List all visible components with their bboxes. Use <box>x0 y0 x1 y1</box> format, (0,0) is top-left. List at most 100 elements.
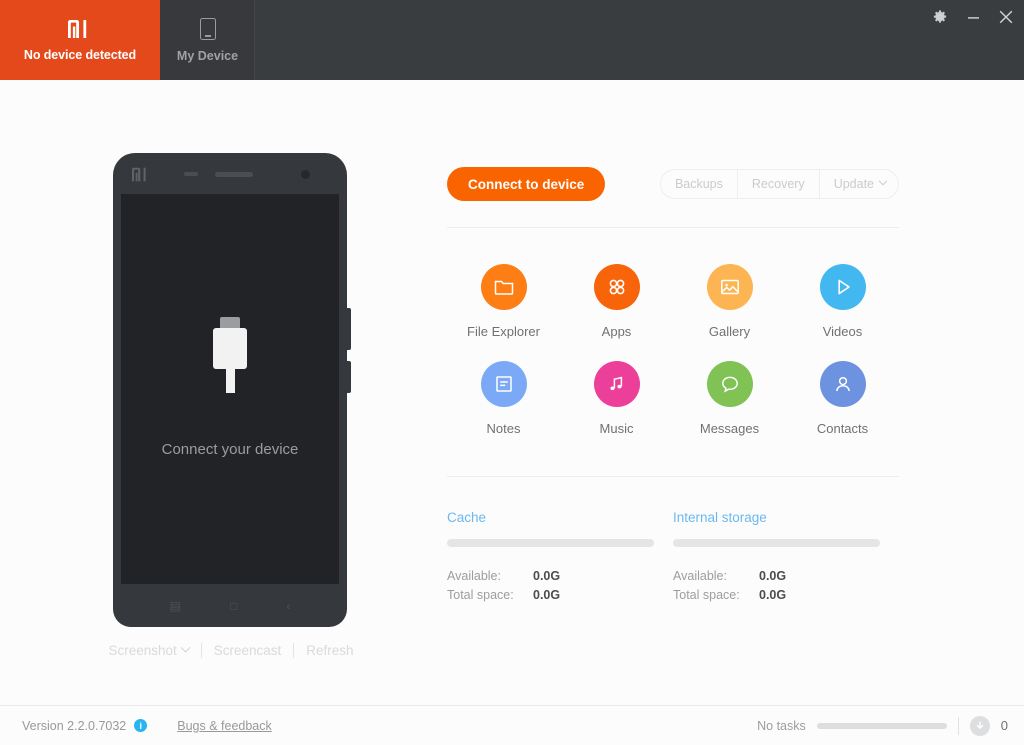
screencast-button[interactable]: Screencast <box>202 643 294 658</box>
status-right: No tasks 0 <box>757 715 1008 736</box>
storage-value: 0.0G <box>533 569 561 583</box>
phone-power-button <box>347 361 351 393</box>
recovery-label: Recovery <box>751 177 805 191</box>
mi-pc-suite-window: No device detected My Device Connect you… <box>0 0 1024 745</box>
shortcut-messages[interactable]: Messages <box>673 361 786 436</box>
image-icon <box>706 264 753 310</box>
backups-button[interactable]: Backups <box>661 170 738 198</box>
shortcut-contacts[interactable]: Contacts <box>786 361 899 436</box>
storage-divider <box>447 476 899 477</box>
folder-icon <box>480 264 527 310</box>
shortcut-notes[interactable]: Notes <box>447 361 560 436</box>
connect-your-device-text: Connect your device <box>161 441 299 458</box>
shortcut-grid: File Explorer Apps Gallery Videos Notes … <box>447 264 899 436</box>
apps-grid-icon <box>593 264 640 310</box>
tab-my-device[interactable]: My Device <box>160 0 255 80</box>
storage-row: Total space: 0.0G <box>447 586 673 605</box>
phone-nav-bar: ▤ □ ‹ <box>113 584 347 627</box>
phone-sensor <box>184 172 198 176</box>
storage-value: 0.0G <box>759 588 787 602</box>
refresh-button[interactable]: Refresh <box>294 643 365 658</box>
toolbar-divider <box>447 227 899 228</box>
phone-screen: Connect your device <box>121 194 339 584</box>
storage-key: Available: <box>673 569 727 583</box>
storage-key: Total space: <box>673 588 740 602</box>
screencast-label: Screencast <box>213 643 282 658</box>
tab-label-my-device: My Device <box>176 48 239 63</box>
mi-logo-icon <box>67 19 93 39</box>
settings-gear-button[interactable] <box>930 7 950 27</box>
backups-label: Backups <box>674 177 723 191</box>
storage-key: Available: <box>447 569 501 583</box>
storage-value: 0.0G <box>533 588 561 602</box>
device-tablet-icon <box>199 17 216 40</box>
version-label: Version 2.2.0.7032 <box>22 718 127 733</box>
note-icon <box>480 361 527 407</box>
task-progress-bar <box>816 722 947 729</box>
update-button[interactable]: Update <box>820 170 898 198</box>
shortcut-gallery[interactable]: Gallery <box>673 264 786 339</box>
storage-title[interactable]: Internal storage <box>673 510 899 525</box>
storage-row: Available: 0.0G <box>673 567 899 586</box>
update-label: Update <box>833 177 874 191</box>
phone-earpiece <box>215 172 253 177</box>
title-bar: No device detected My Device <box>0 0 1024 80</box>
usb-plug-icon <box>213 317 247 393</box>
status-bar: Version 2.2.0.7032 i Bugs & feedback No … <box>0 705 1024 745</box>
shortcut-videos[interactable]: Videos <box>786 264 899 339</box>
tab-no-device-detected[interactable]: No device detected <box>0 0 160 80</box>
download-count: 0 <box>1000 718 1008 733</box>
bugs-feedback-link[interactable]: Bugs & feedback <box>177 719 272 733</box>
storage-bar <box>447 539 654 547</box>
storage-value: 0.0G <box>759 569 787 583</box>
nav-menu-icon: ▤ <box>169 598 181 613</box>
phone-volume-button <box>347 308 351 350</box>
shortcut-label: File Explorer <box>467 324 540 339</box>
person-icon <box>819 361 866 407</box>
refresh-label: Refresh <box>306 643 354 658</box>
shortcut-label: Notes <box>486 421 521 436</box>
toolbar: Connect to device Backups Recovery Updat… <box>447 166 899 202</box>
device-actions: Screenshot Screencast Refresh <box>96 642 366 658</box>
minimize-button[interactable] <box>963 7 983 27</box>
shortcut-music[interactable]: Music <box>560 361 673 436</box>
storage-row: Available: 0.0G <box>447 567 673 586</box>
music-icon <box>593 361 640 407</box>
shortcut-apps[interactable]: Apps <box>560 264 673 339</box>
storage-row: Total space: 0.0G <box>673 586 899 605</box>
storage-cache: Cache Available: 0.0G Total space: 0.0G <box>447 510 673 605</box>
tasks-label: No tasks <box>757 718 806 733</box>
play-icon <box>819 264 866 310</box>
shortcut-label: Gallery <box>708 324 751 339</box>
storage-section: Cache Available: 0.0G Total space: 0.0G … <box>447 510 899 605</box>
close-button[interactable] <box>996 7 1016 27</box>
download-icon[interactable] <box>969 715 990 736</box>
status-left: Version 2.2.0.7032 i Bugs & feedback <box>22 719 272 733</box>
shortcut-label: Videos <box>822 324 863 339</box>
chevron-down-icon <box>878 176 888 186</box>
device-preview: Connect your device ▤ □ ‹ <box>113 153 351 627</box>
storage-internal: Internal storage Available: 0.0G Total s… <box>673 510 899 605</box>
chevron-down-icon <box>180 642 191 653</box>
phone-top-bezel <box>113 153 347 194</box>
nav-back-icon: ‹ <box>286 598 291 613</box>
phone-front-camera <box>301 170 310 179</box>
screenshot-button[interactable]: Screenshot <box>96 642 200 658</box>
phone-mi-logo-icon <box>131 167 151 187</box>
chat-icon <box>706 361 753 407</box>
status-divider <box>957 716 959 735</box>
storage-bar <box>673 539 880 547</box>
shortcut-label: Contacts <box>816 421 869 436</box>
connect-to-device-button[interactable]: Connect to device <box>447 167 606 201</box>
screenshot-label: Screenshot <box>108 643 177 658</box>
right-panel: Connect to device Backups Recovery Updat… <box>447 166 899 605</box>
shortcut-label: Messages <box>699 421 760 436</box>
info-icon[interactable]: i <box>134 719 148 732</box>
window-controls <box>930 7 1016 27</box>
shortcut-label: Apps <box>601 324 632 339</box>
main-content: Connect your device ▤ □ ‹ Screenshot Scr… <box>0 80 1024 705</box>
shortcut-file-explorer[interactable]: File Explorer <box>447 264 560 339</box>
storage-title[interactable]: Cache <box>447 510 673 525</box>
segmented-control: Backups Recovery Update <box>659 169 899 199</box>
recovery-button[interactable]: Recovery <box>738 170 820 198</box>
